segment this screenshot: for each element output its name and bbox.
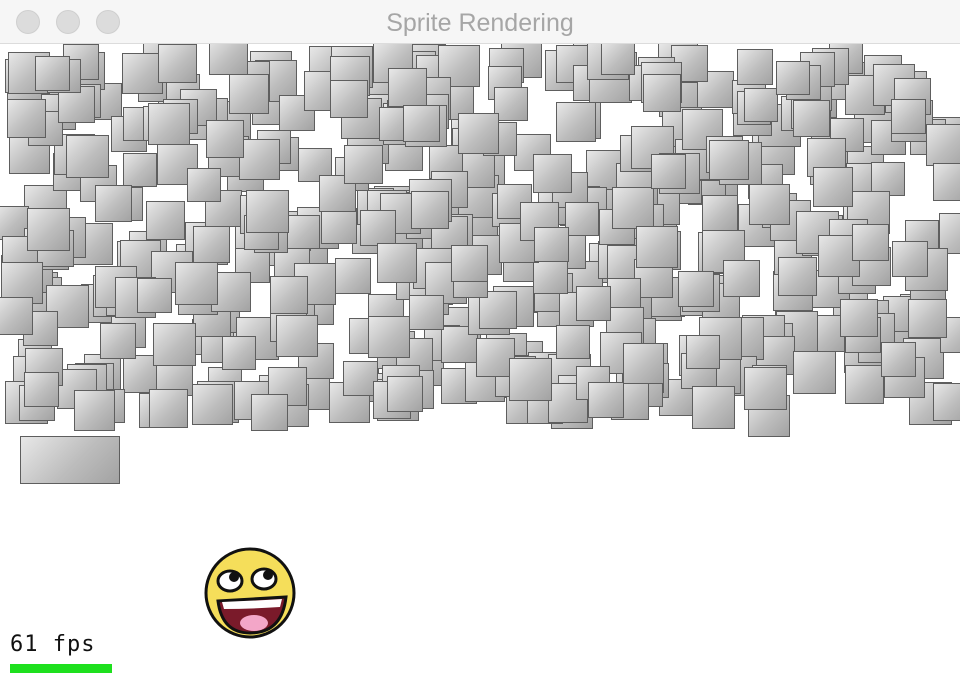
sprite xyxy=(933,163,960,201)
app-window: Sprite Rendering 61 fps xyxy=(0,0,960,684)
sprite xyxy=(251,394,288,431)
sprite xyxy=(276,315,318,357)
smiley-face-icon xyxy=(204,547,296,639)
sprite xyxy=(335,258,371,294)
sprite xyxy=(409,295,444,330)
sprite xyxy=(686,335,720,369)
sprite xyxy=(813,167,853,207)
sprite xyxy=(576,286,611,321)
sprite xyxy=(612,187,654,229)
sprite xyxy=(149,389,188,428)
sprite xyxy=(123,153,157,187)
sprite xyxy=(344,145,383,184)
sprite xyxy=(100,323,136,359)
sprite xyxy=(286,215,320,249)
sprite xyxy=(933,383,960,421)
sprite xyxy=(20,436,120,484)
sprite xyxy=(744,88,778,122)
sprite xyxy=(678,271,714,307)
sprite xyxy=(7,99,46,138)
sprite xyxy=(534,227,569,262)
sprite xyxy=(709,140,749,180)
sprite xyxy=(95,185,132,222)
sprite xyxy=(623,343,664,384)
sprite xyxy=(74,390,115,431)
sprite xyxy=(388,68,427,107)
sprite xyxy=(27,208,70,251)
sprite xyxy=(321,208,357,244)
sprite xyxy=(881,342,916,377)
sprite xyxy=(749,184,790,225)
sprite xyxy=(776,61,810,95)
sprite xyxy=(891,99,926,134)
sprite xyxy=(601,44,635,75)
sprite xyxy=(24,372,59,407)
sprite xyxy=(588,382,624,418)
sprite xyxy=(533,259,568,294)
render-canvas[interactable]: 61 fps xyxy=(0,44,960,684)
sprite xyxy=(908,299,947,338)
sprite xyxy=(852,224,889,261)
sprite xyxy=(451,245,488,282)
sprite xyxy=(239,139,280,180)
sprite xyxy=(209,44,248,75)
sprite xyxy=(692,386,735,429)
sprite xyxy=(643,74,681,112)
sprite xyxy=(793,100,830,137)
sprite xyxy=(192,384,233,425)
sprite xyxy=(148,103,190,145)
sprite xyxy=(556,102,596,142)
sprite xyxy=(153,323,196,366)
sprite xyxy=(778,257,817,296)
sprite xyxy=(360,210,396,246)
sprite xyxy=(533,154,572,193)
sprite xyxy=(270,276,308,314)
fps-counter: 61 fps xyxy=(10,632,96,657)
sprite xyxy=(494,87,528,121)
window-title: Sprite Rendering xyxy=(386,9,574,37)
sprite xyxy=(35,56,70,91)
title-bar[interactable]: Sprite Rendering xyxy=(0,0,960,44)
sprite xyxy=(556,325,590,359)
sprite xyxy=(246,190,289,233)
sprite xyxy=(222,336,256,370)
sprite xyxy=(403,105,440,142)
sprite xyxy=(387,376,423,412)
sprite xyxy=(146,201,185,240)
sprite xyxy=(158,44,197,83)
sprite xyxy=(845,365,884,404)
sprite xyxy=(0,297,33,335)
sprite xyxy=(411,191,449,229)
sprite xyxy=(793,351,836,394)
sprite xyxy=(368,316,410,358)
sprite xyxy=(926,124,960,166)
sprite xyxy=(565,202,599,236)
sprite xyxy=(509,358,552,401)
fps-bar xyxy=(10,664,112,673)
sprite xyxy=(122,53,163,94)
sprite xyxy=(229,74,269,114)
sprite xyxy=(175,262,218,305)
sprite xyxy=(723,260,760,297)
sprite xyxy=(840,299,878,337)
sprite xyxy=(187,168,221,202)
sprite xyxy=(651,154,686,189)
sprite xyxy=(737,49,773,85)
sprite xyxy=(458,113,499,154)
sprite xyxy=(66,135,109,178)
sprite xyxy=(636,226,678,268)
sprite xyxy=(744,367,787,410)
sprite xyxy=(206,120,244,158)
sprite xyxy=(702,195,738,231)
sprite xyxy=(377,243,417,283)
sprite xyxy=(330,80,368,118)
sprite xyxy=(193,226,230,263)
sprite xyxy=(892,241,928,277)
fps-bar-fill xyxy=(10,664,112,673)
sprite xyxy=(137,278,172,313)
